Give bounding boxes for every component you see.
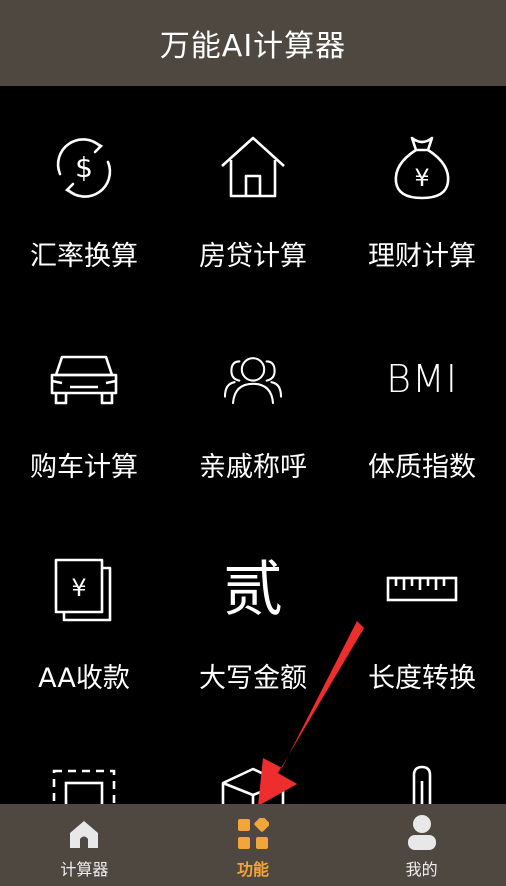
- grid-item-label: 理财计算: [368, 241, 476, 272]
- feature-grid: $ 汇率换算 房贷计算 ¥ 理财计算 购车计算 亲戚称呼 BMI 体质指数 ¥ …: [0, 86, 506, 804]
- bmi-icon: BMI: [386, 343, 458, 415]
- capital-number-icon: 贰: [217, 554, 289, 626]
- currency-exchange-icon: $: [48, 132, 120, 204]
- money-bag-icon: ¥: [386, 132, 458, 204]
- house-icon: [217, 132, 289, 204]
- grid-apps-icon: [238, 818, 269, 849]
- app-header: 万能AI计算器: [0, 0, 506, 86]
- tab-profile[interactable]: 我的: [337, 804, 506, 886]
- ruler-icon: [386, 554, 458, 626]
- capital-number-icon-text: 贰: [223, 555, 283, 625]
- svg-text:¥: ¥: [71, 574, 86, 602]
- cube-icon: [217, 765, 289, 804]
- grid-item-length[interactable]: 长度转换: [338, 508, 506, 718]
- grid-item-currency[interactable]: $ 汇率换算: [0, 86, 168, 296]
- grid-item-label: 购车计算: [30, 452, 138, 483]
- car-icon: [48, 343, 120, 415]
- grid-item-bmi[interactable]: BMI 体质指数: [338, 297, 506, 507]
- svg-text:$: $: [75, 151, 93, 184]
- area-dashed-icon: [48, 765, 120, 804]
- grid-item-label: 亲戚称呼: [199, 452, 307, 483]
- grid-item-label: 长度转换: [368, 663, 476, 694]
- grid-item-label: 大写金额: [199, 663, 307, 694]
- tab-label: 计算器: [60, 860, 109, 879]
- tab-label: 功能: [237, 860, 270, 879]
- grid-item-relatives[interactable]: 亲戚称呼: [169, 297, 337, 507]
- tab-label: 我的: [405, 860, 438, 879]
- grid-item-temperature[interactable]: [338, 719, 506, 804]
- grid-item-capital[interactable]: 贰 大写金额: [169, 508, 337, 718]
- grid-item-label: AA收款: [38, 663, 130, 694]
- grid-item-label: 体质指数: [368, 452, 476, 483]
- thermometer-icon: [386, 765, 458, 804]
- grid-item-label: 汇率换算: [30, 241, 138, 272]
- bmi-icon-text: BMI: [386, 357, 458, 401]
- receipt-stack-icon: ¥: [48, 554, 120, 626]
- bottom-tabbar: 计算器 功能 我的: [0, 804, 506, 886]
- grid-item-car[interactable]: 购车计算: [0, 297, 168, 507]
- grid-item-mortgage[interactable]: 房贷计算: [169, 86, 337, 296]
- page-title: 万能AI计算器: [159, 29, 347, 64]
- grid-item-label: 房贷计算: [199, 241, 307, 272]
- user-icon: [407, 815, 436, 850]
- grid-item-finance[interactable]: ¥ 理财计算: [338, 86, 506, 296]
- tab-calculator[interactable]: 计算器: [0, 804, 169, 886]
- people-group-icon: [217, 343, 289, 415]
- svg-text:¥: ¥: [414, 164, 429, 192]
- grid-item-volume[interactable]: [169, 719, 337, 804]
- grid-item-aa[interactable]: ¥ AA收款: [0, 508, 168, 718]
- home-icon: [70, 821, 99, 848]
- tab-features[interactable]: 功能: [169, 804, 338, 886]
- grid-item-area[interactable]: [0, 719, 168, 804]
